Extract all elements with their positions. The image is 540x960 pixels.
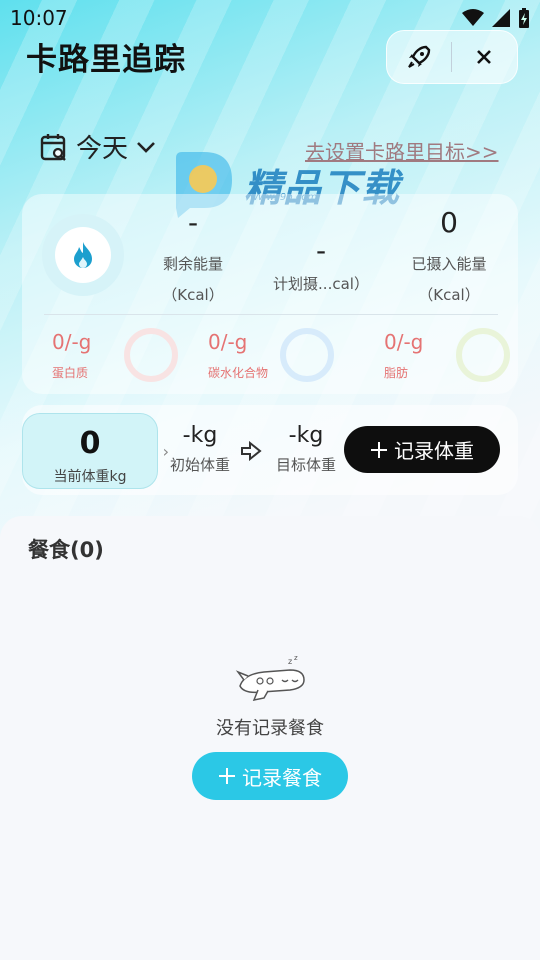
chevron-down-icon bbox=[137, 141, 155, 153]
macro-fat-label: 脂肪 bbox=[384, 366, 409, 380]
macro-fat-ring bbox=[456, 328, 510, 382]
close-icon bbox=[477, 50, 491, 64]
sleeping-airplane-icon: z z bbox=[235, 654, 305, 702]
record-meal-button[interactable]: 记录餐食 bbox=[192, 752, 348, 800]
current-weight-label: 当前体重kg bbox=[53, 469, 127, 485]
svg-text:z: z bbox=[294, 654, 298, 662]
initial-weight-label: 初始体重 bbox=[169, 456, 230, 474]
plus-icon bbox=[371, 441, 387, 458]
rocket-icon bbox=[408, 45, 431, 68]
date-label: 今天 bbox=[76, 134, 129, 164]
card-divider bbox=[44, 314, 498, 315]
status-icons bbox=[462, 8, 530, 28]
close-button[interactable] bbox=[452, 31, 516, 83]
remaining-energy-stat: - 剩余能量 （Kcal） bbox=[128, 206, 258, 305]
consumed-energy-unit: （Kcal） bbox=[418, 286, 480, 304]
current-weight-value: 0 bbox=[79, 426, 101, 461]
energy-ring bbox=[42, 214, 124, 296]
initial-weight-stat: -kg 初始体重 bbox=[160, 423, 240, 475]
macro-carbs-value: 0/-g bbox=[208, 330, 248, 354]
record-meal-label: 记录餐食 bbox=[242, 765, 322, 790]
meals-panel: 餐食(0) z z 没有记录餐食 记录餐食 bbox=[0, 516, 540, 960]
current-weight-box[interactable]: 0 当前体重kg › bbox=[22, 413, 169, 489]
wifi-icon bbox=[462, 9, 484, 26]
energy-card: - 剩余能量 （Kcal） - 计划摄...cal） 0 已摄入能量 （Kcal… bbox=[22, 194, 518, 394]
flame-icon bbox=[74, 242, 92, 268]
consumed-energy-label: 已摄入能量 bbox=[411, 255, 487, 273]
macro-carbs: 0/-g 碳水化合物 bbox=[200, 324, 350, 384]
status-time: 10:07 bbox=[10, 6, 68, 30]
remaining-energy-label: 剩余能量 bbox=[162, 255, 223, 273]
calendar-search-icon bbox=[40, 133, 66, 161]
macro-fat: 0/-g 脂肪 bbox=[376, 324, 526, 384]
macro-protein-label: 蛋白质 bbox=[52, 366, 89, 380]
planned-intake-label: 计划摄...cal） bbox=[273, 275, 369, 293]
initial-weight-value: -kg bbox=[182, 423, 218, 448]
macro-protein-value: 0/-g bbox=[52, 330, 92, 354]
macro-protein-ring bbox=[124, 328, 178, 382]
rocket-button[interactable] bbox=[387, 31, 451, 83]
target-weight-label: 目标体重 bbox=[275, 456, 336, 474]
macro-protein: 0/-g 蛋白质 bbox=[44, 324, 194, 384]
battery-icon bbox=[519, 8, 529, 28]
energy-ring-inner bbox=[55, 227, 111, 283]
target-weight-stat: -kg 目标体重 bbox=[266, 423, 346, 475]
macro-fat-value: 0/-g bbox=[384, 330, 424, 354]
record-weight-button[interactable]: 记录体重 bbox=[344, 426, 500, 473]
weight-card: 0 当前体重kg › -kg 初始体重 -kg 目标体重 记录体重 bbox=[22, 405, 518, 495]
remaining-energy-unit: （Kcal） bbox=[162, 286, 224, 304]
capsule-divider bbox=[451, 42, 452, 72]
planned-intake-stat: - 计划摄...cal） bbox=[256, 234, 386, 294]
remaining-energy-value: - bbox=[187, 206, 199, 239]
target-weight-value: -kg bbox=[288, 423, 324, 448]
consumed-energy-stat: 0 已摄入能量 （Kcal） bbox=[384, 206, 514, 305]
macro-carbs-label: 碳水化合物 bbox=[208, 366, 269, 380]
date-selector[interactable]: 今天 bbox=[40, 128, 156, 165]
record-weight-label: 记录体重 bbox=[394, 439, 474, 463]
empty-meals-text: 没有记录餐食 bbox=[216, 718, 324, 739]
signal-icon bbox=[492, 9, 510, 27]
consumed-energy-value: 0 bbox=[440, 206, 458, 239]
page-title: 卡路里追踪 bbox=[26, 42, 186, 78]
arrow-right-icon bbox=[241, 441, 262, 461]
plus-icon bbox=[219, 768, 235, 784]
mini-program-capsule bbox=[386, 30, 518, 84]
svg-text:z: z bbox=[288, 657, 292, 666]
meals-title: 餐食(0) bbox=[28, 538, 104, 562]
macro-carbs-ring bbox=[280, 328, 334, 382]
planned-intake-value: - bbox=[315, 234, 327, 267]
